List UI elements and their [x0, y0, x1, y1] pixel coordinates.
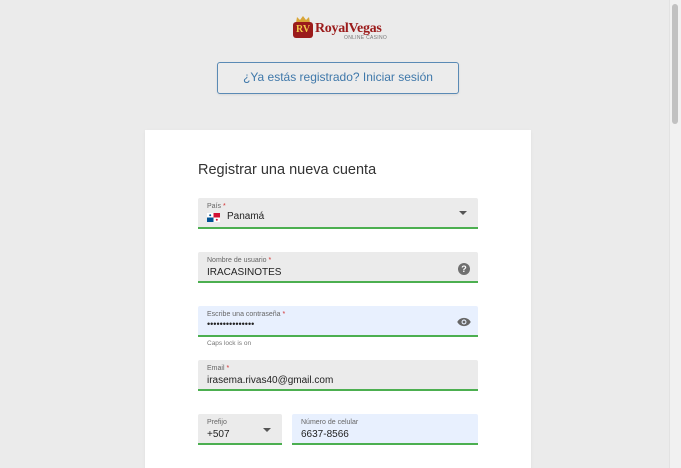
chevron-down-icon[interactable] — [459, 211, 467, 215]
username-label: Nombre de usuario * — [207, 257, 272, 264]
prefix-label: Prefijo — [207, 419, 227, 426]
chevron-down-icon[interactable] — [263, 428, 271, 432]
prefix-select[interactable]: Prefijo +507 — [198, 414, 282, 445]
help-icon[interactable]: ? — [458, 263, 470, 275]
scrollbar-thumb[interactable] — [672, 4, 678, 124]
email-label: Email * — [207, 365, 230, 372]
logo-tagline: ONLINE CASINO — [344, 35, 388, 41]
username-value: IRACASINOTES — [207, 267, 282, 278]
eye-icon[interactable] — [457, 317, 471, 327]
phone-value: 6637-8566 — [301, 429, 349, 440]
country-label: País * — [207, 203, 226, 210]
phone-label: Número de celular — [301, 419, 359, 426]
country-value: Panamá — [227, 211, 265, 222]
username-field[interactable]: Nombre de usuario * IRACASINOTES ? — [198, 252, 478, 283]
password-field[interactable]: Escribe una contraseña * ••••••••••••••• — [198, 306, 478, 337]
email-value: irasema.rivas40@gmail.com — [207, 375, 334, 386]
phone-field[interactable]: Número de celular 6637-8566 — [292, 414, 478, 445]
royal-vegas-logo[interactable]: RV RoyalVegas ONLINE CASINO — [293, 16, 388, 42]
email-field[interactable]: Email * irasema.rivas40@gmail.com — [198, 360, 478, 391]
panama-flag-icon — [207, 213, 220, 222]
password-label: Escribe una contraseña * — [207, 311, 286, 318]
password-value: ••••••••••••••• — [207, 319, 255, 329]
prefix-value: +507 — [207, 429, 230, 440]
form-title: Registrar una nueva cuenta — [198, 162, 377, 178]
page-scrollbar[interactable] — [669, 0, 681, 468]
login-button[interactable]: ¿Ya estás registrado? Iniciar sesión — [217, 62, 459, 94]
logo-badge: RV — [293, 22, 313, 38]
country-select[interactable]: País * Panamá — [198, 198, 478, 229]
caps-lock-helper: Caps lock is on — [207, 340, 252, 347]
